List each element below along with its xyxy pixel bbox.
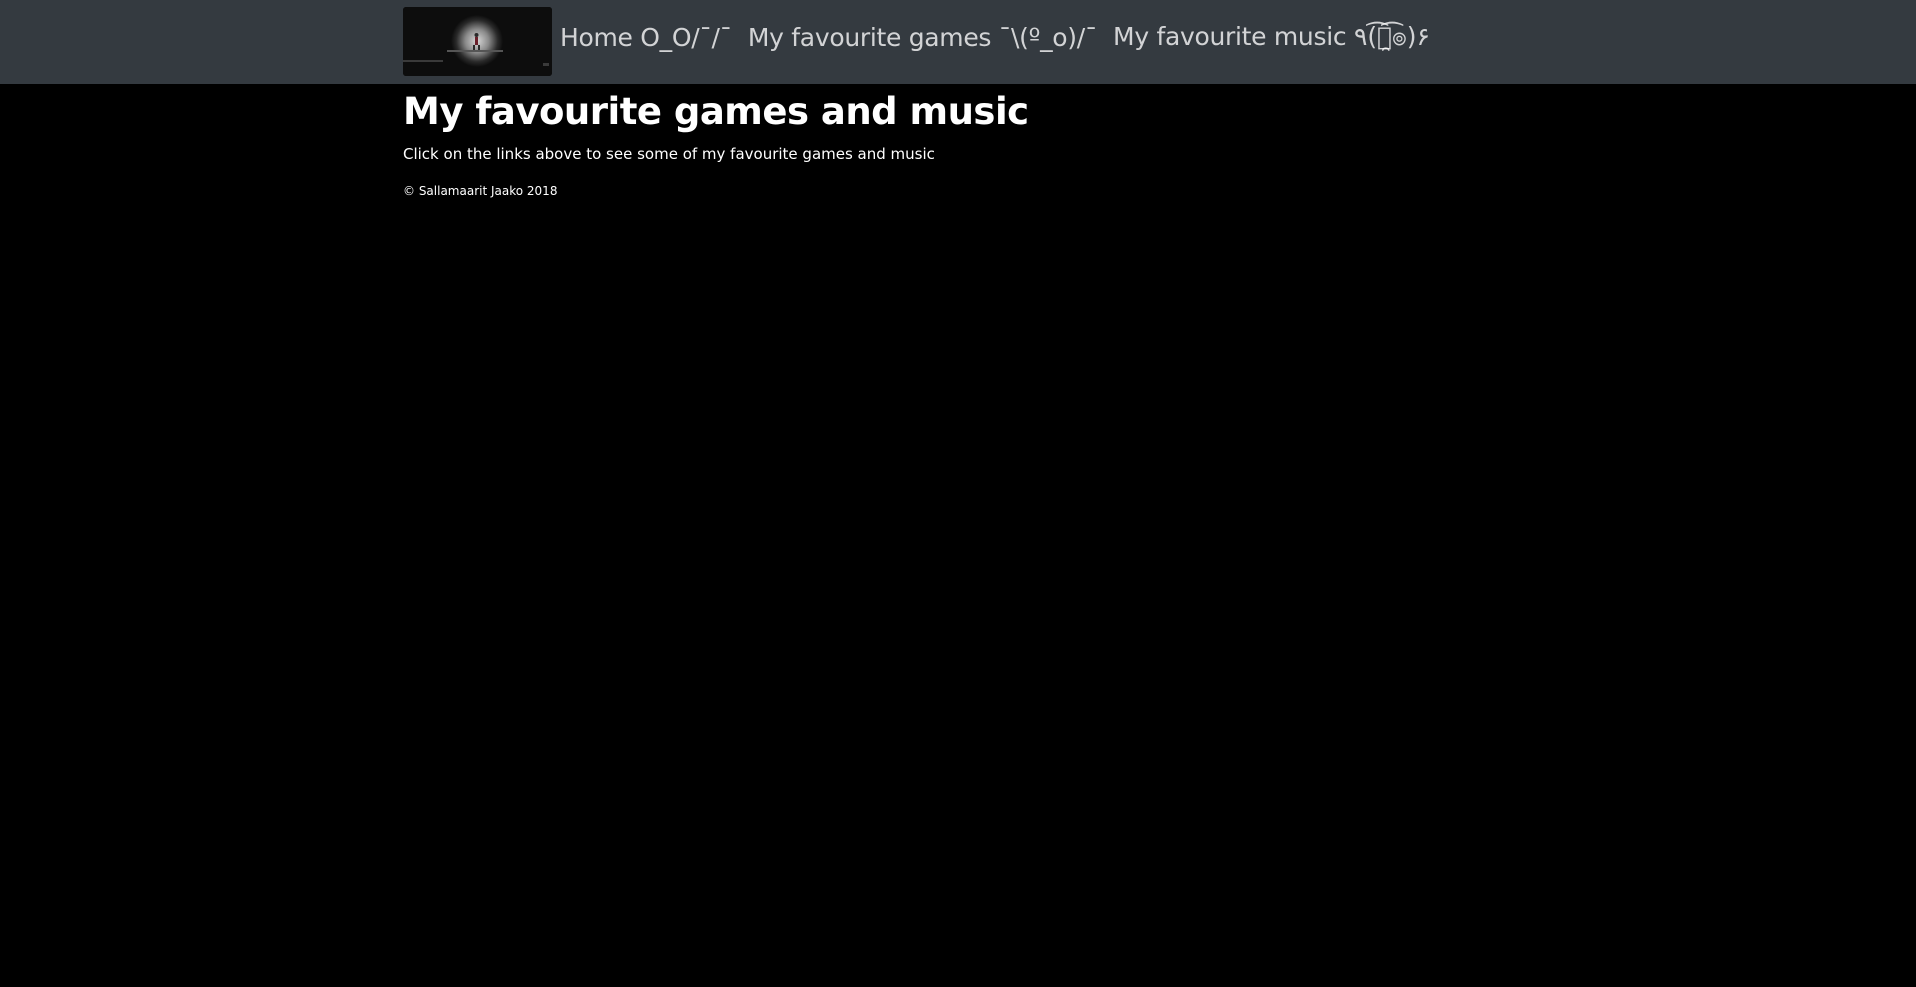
- main-content: My favourite games and music Click on th…: [403, 84, 1513, 200]
- nav-links: Home O_O/¯/¯ My favourite games ¯\(º_o)/…: [560, 7, 1446, 67]
- nav-link-games[interactable]: My favourite games ¯\(º_o)/¯: [748, 23, 1097, 52]
- brand-logo-link[interactable]: [403, 7, 552, 76]
- nav-link-music[interactable]: My favourite music ٩(͡๏̯͡๏)۶: [1113, 17, 1430, 57]
- top-navbar: Home O_O/¯/¯ My favourite games ¯\(º_o)/…: [0, 0, 1916, 84]
- game-scene-logo-icon: [403, 7, 552, 76]
- intro-text: Click on the links above to see some of …: [403, 145, 935, 163]
- navbar-container: Home O_O/¯/¯ My favourite games ¯\(º_o)/…: [403, 7, 1446, 76]
- nav-link-home[interactable]: Home O_O/¯/¯: [560, 23, 732, 52]
- page-title: My favourite games and music: [403, 90, 1029, 133]
- copyright-footer: © Sallamaarit Jaako 2018: [403, 184, 558, 198]
